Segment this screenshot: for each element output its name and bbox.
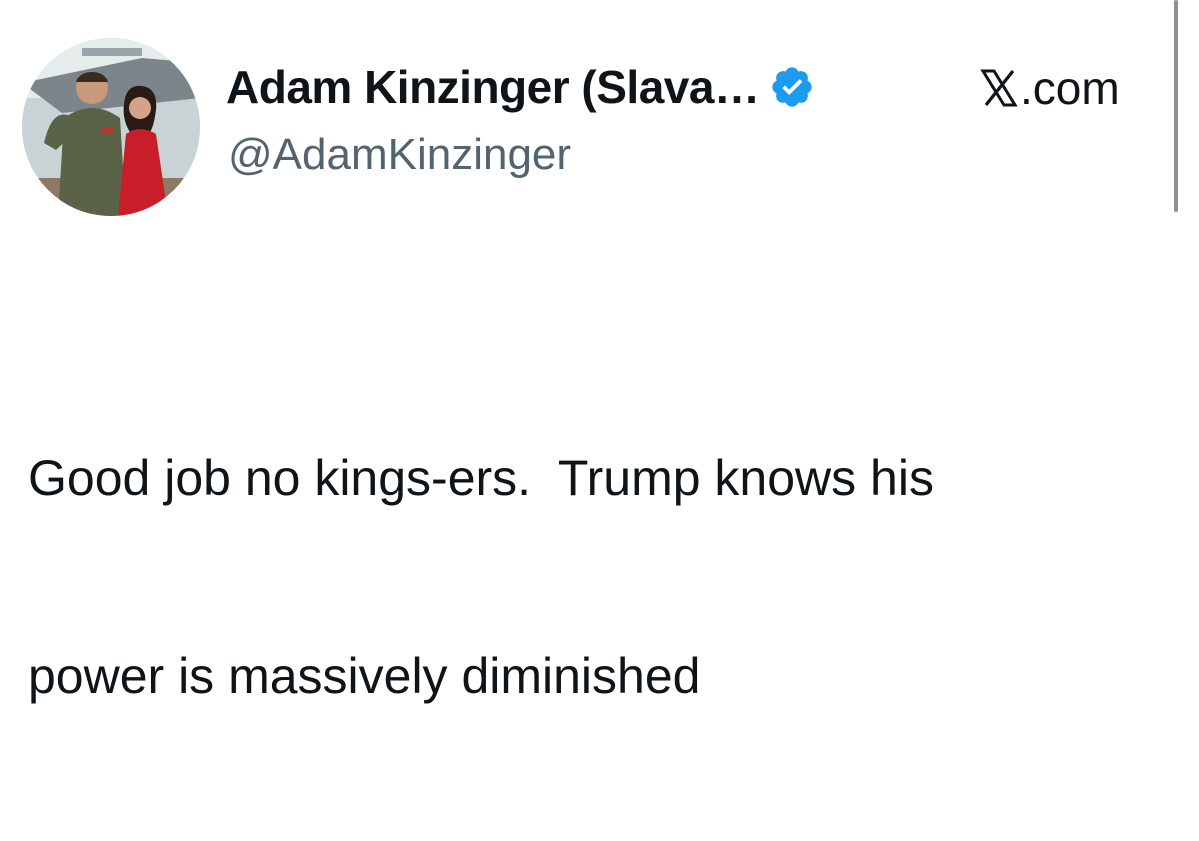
x-logo-icon: [980, 68, 1018, 108]
tweet-card: Adam Kinzinger (Slava… @AdamKinzinger .c…: [0, 0, 1199, 704]
source-label[interactable]: .com: [980, 56, 1120, 120]
avatar[interactable]: [22, 38, 200, 216]
display-name[interactable]: Adam Kinzinger (Slava…: [226, 60, 760, 114]
tweet-text: Good job no kings-ers. Trump knows his p…: [28, 313, 1168, 841]
tweet-text-line-2: power is massively diminished: [28, 648, 701, 704]
source-domain-text: .com: [1020, 62, 1120, 114]
avatar-photo: [22, 38, 200, 216]
display-name-row[interactable]: Adam Kinzinger (Slava…: [226, 52, 815, 122]
verified-badge-icon: [769, 64, 815, 110]
scrollbar[interactable]: [1174, 0, 1178, 212]
author-handle[interactable]: @AdamKinzinger: [228, 130, 571, 180]
tweet-text-line-1: Good job no kings-ers. Trump knows his: [28, 450, 934, 506]
